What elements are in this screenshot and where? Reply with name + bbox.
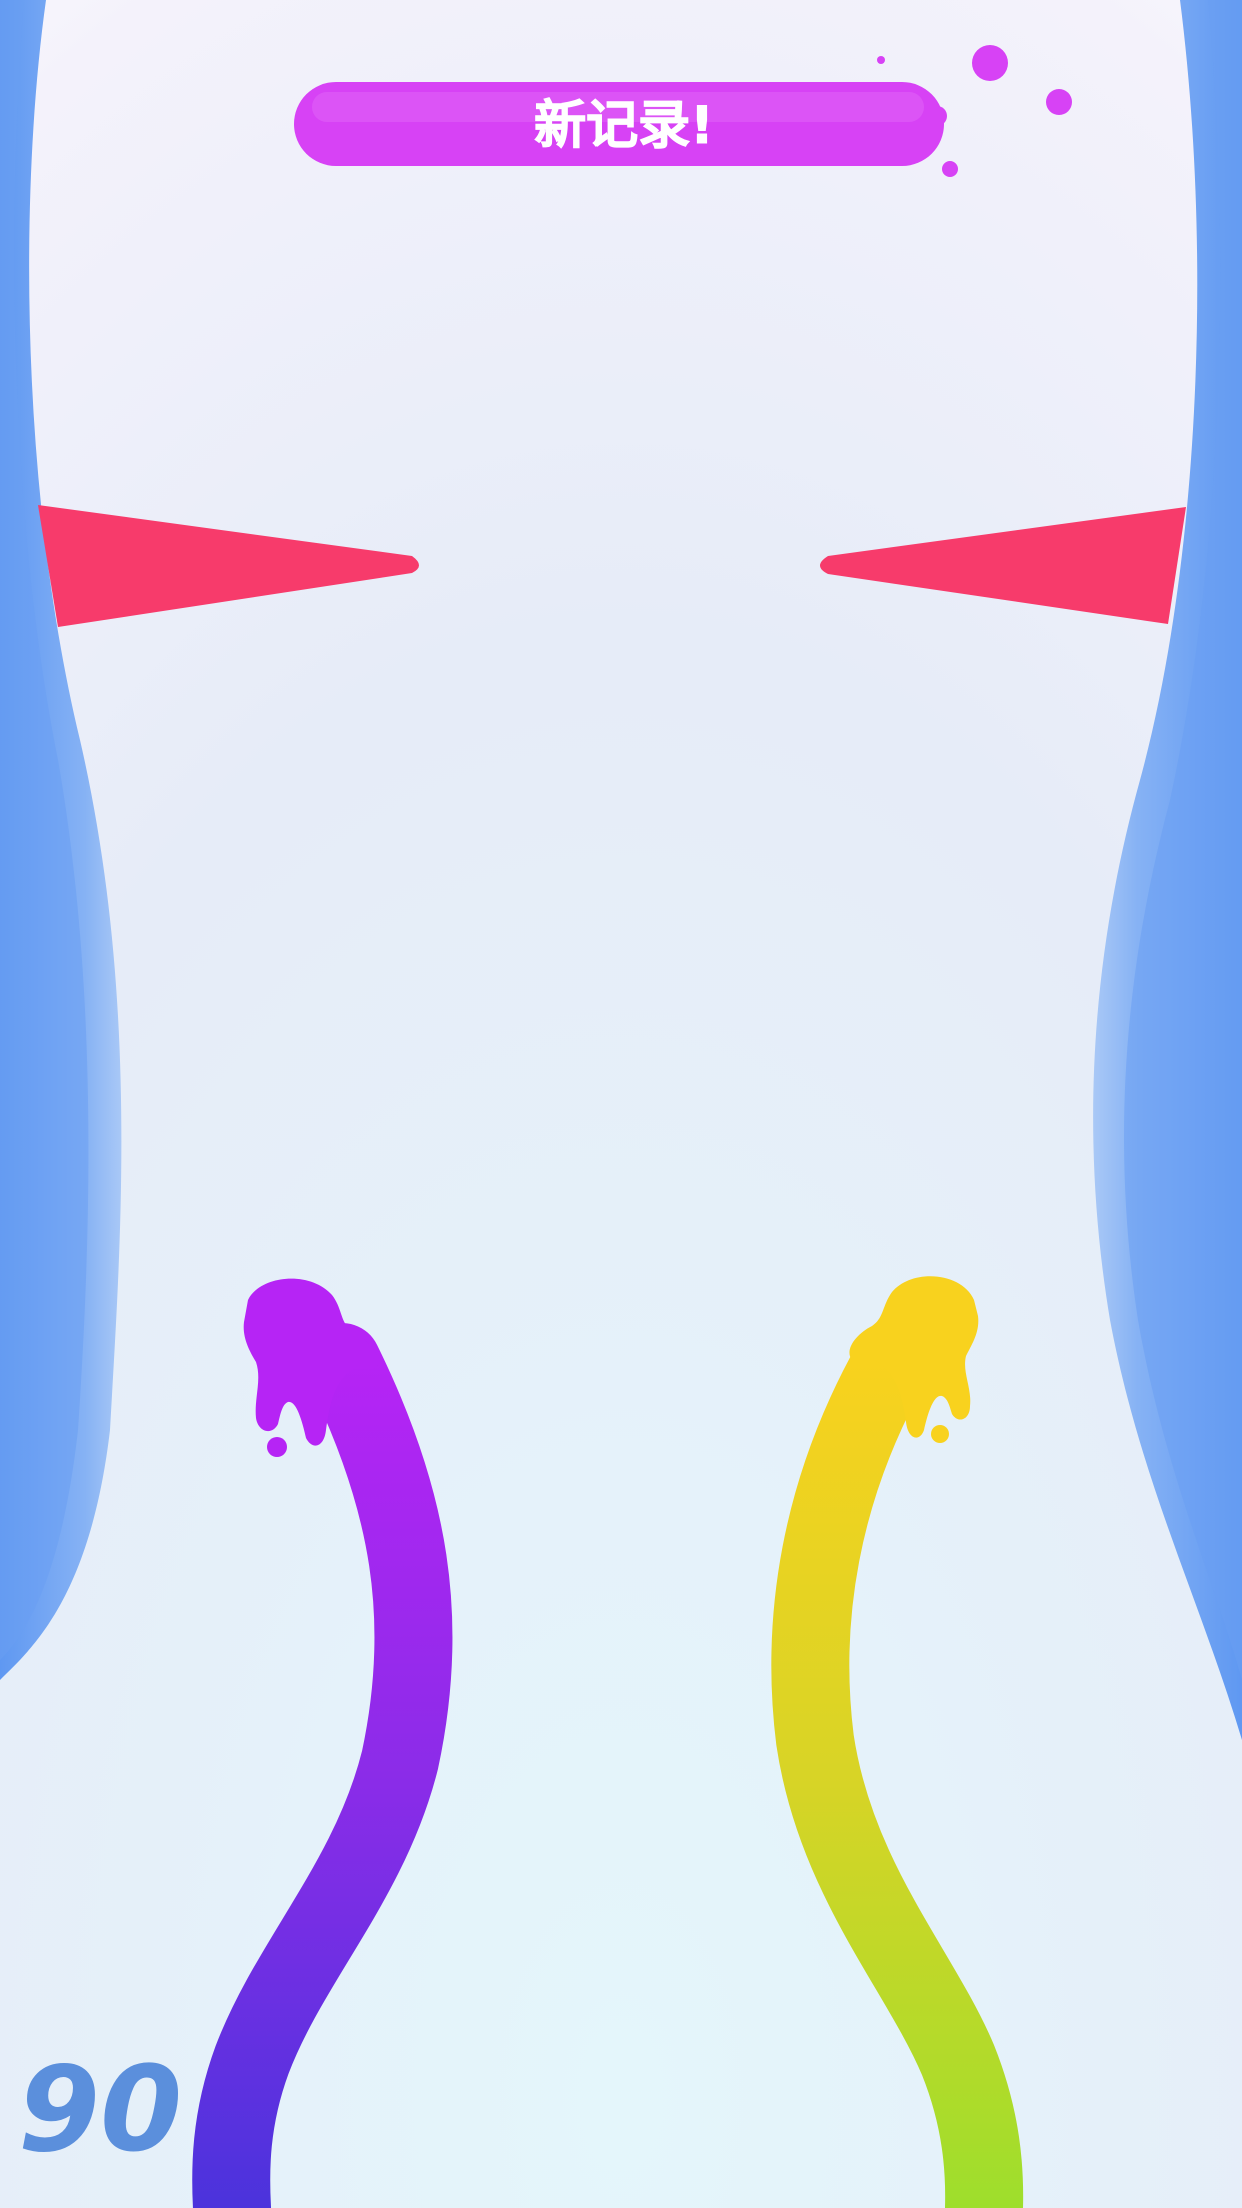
banner-text: 新记录! — [534, 96, 714, 156]
score-counter: 90 — [18, 2040, 182, 2178]
game-stage[interactable]: 新记录! 90 — [0, 0, 1242, 2208]
game-canvas[interactable]: 新记录! 90 — [0, 0, 1242, 2208]
background — [0, 0, 1242, 2208]
left-snake-drop — [267, 1437, 287, 1457]
right-snake-drop — [931, 1425, 949, 1443]
